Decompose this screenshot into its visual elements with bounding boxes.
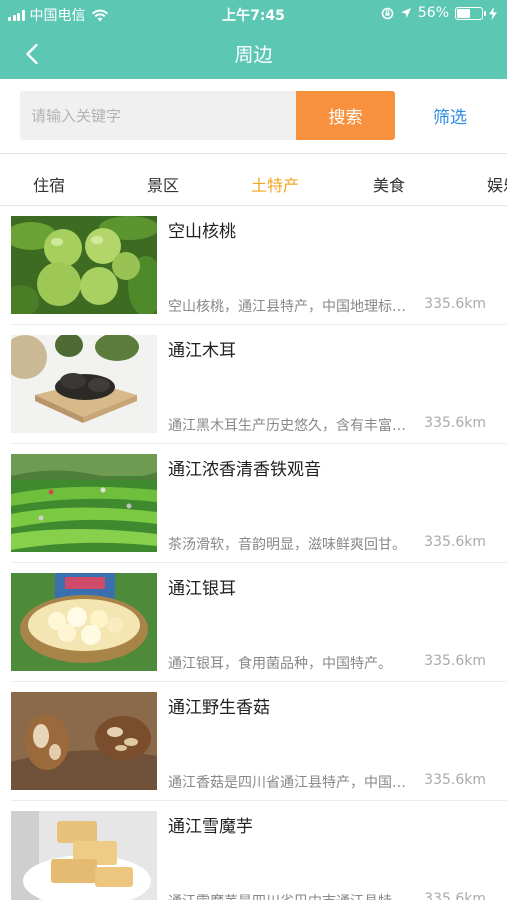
item-distance: 335.6km [424, 534, 486, 550]
filter-button[interactable]: 筛选 [406, 91, 494, 140]
item-description: 通江香菇是四川省通江县特产，中国地理标志产品。 [168, 775, 414, 791]
search-button[interactable]: 搜索 [296, 91, 395, 140]
tab-entertainment[interactable]: 娱乐 [487, 172, 507, 196]
item-distance: 335.6km [424, 891, 486, 900]
tab-lodging[interactable]: 住宿 [33, 172, 65, 196]
list-item[interactable]: 通江野生香菇 通江香菇是四川省通江县特产，中国地理标志产品。 335.6km [0, 682, 507, 801]
list-item[interactable]: 通江银耳 通江银耳，食用菌品种，中国特产。 335.6km [0, 563, 507, 682]
battery-icon [455, 6, 486, 20]
black-fungus-photo [11, 335, 157, 433]
item-description: 空山核桃，通江县特产，中国地理标志产品。 [168, 299, 414, 315]
list-item[interactable]: 通江浓香清香铁观音 茶汤滑软，音韵明显，滋味鲜爽回甘。 335.6km [0, 444, 507, 563]
status-right: 56% [381, 5, 497, 21]
item-title: 通江雪魔芋 [168, 817, 253, 837]
item-description: 茶汤滑软，音韵明显，滋味鲜爽回甘。 [168, 537, 406, 553]
green-walnuts-photo [11, 216, 157, 314]
search-bar: 搜索 筛选 [0, 79, 507, 154]
list-item[interactable]: 空山核桃 空山核桃，通江县特产，中国地理标志产品。 335.6km [0, 206, 507, 325]
location-icon [400, 8, 411, 18]
item-distance: 335.6km [424, 296, 486, 312]
item-description: 通江黑木耳生产历史悠久，含有丰富营养。 [168, 418, 414, 434]
list-item[interactable]: 通江木耳 通江黑木耳生产历史悠久，含有丰富营养。 335.6km [0, 325, 507, 444]
page-title: 周边 [234, 44, 273, 66]
konjac-photo [11, 811, 157, 900]
status-bar: 中国电信 上午7:45 56% [0, 0, 507, 28]
search-input[interactable] [20, 91, 296, 140]
list-item[interactable]: 通江雪魔芋 通江雪魔芋是四川省巴中市通江县特产。 335.6km [0, 801, 507, 900]
item-title: 通江木耳 [168, 341, 236, 361]
item-title: 通江野生香菇 [168, 698, 270, 718]
white-fungus-photo [11, 573, 157, 671]
item-distance: 335.6km [424, 772, 486, 788]
charging-icon [489, 6, 497, 20]
nav-bar: 周边 [0, 28, 507, 79]
battery-percent: 56% [417, 5, 449, 21]
tab-food[interactable]: 美食 [373, 172, 405, 196]
item-title: 通江浓香清香铁观音 [168, 460, 321, 480]
tea-garden-photo [11, 454, 157, 552]
product-list: 空山核桃 空山核桃，通江县特产，中国地理标志产品。 335.6km 通江木耳 通… [0, 206, 507, 900]
rotation-lock-icon [381, 7, 394, 19]
tab-scenic-spots[interactable]: 景区 [147, 172, 179, 196]
item-title: 空山核桃 [168, 222, 236, 242]
item-description: 通江雪魔芋是四川省巴中市通江县特产。 [168, 891, 414, 900]
item-distance: 335.6km [424, 415, 486, 431]
tab-local-specialties[interactable]: 土特产 [251, 172, 299, 196]
shiitake-photo [11, 692, 157, 790]
item-title: 通江银耳 [168, 579, 236, 599]
item-description: 通江银耳，食用菌品种，中国特产。 [168, 656, 392, 672]
item-distance: 335.6km [424, 653, 486, 669]
app-header: 中国电信 上午7:45 56% 周边 [0, 0, 507, 79]
category-tabs: 住宿 景区 土特产 美食 娱乐 [0, 158, 507, 206]
